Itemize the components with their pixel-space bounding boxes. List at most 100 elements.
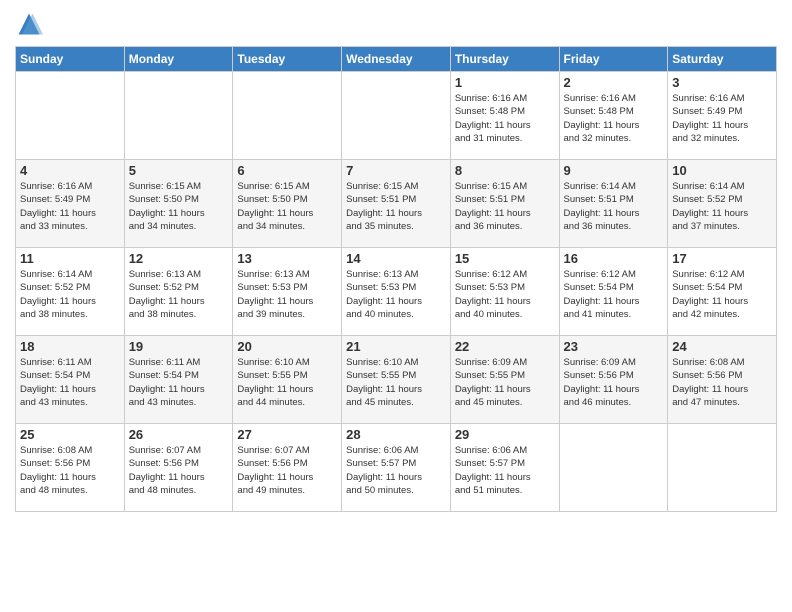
day-number: 22 (455, 339, 555, 354)
weekday-header-sunday: Sunday (16, 47, 125, 72)
day-number: 4 (20, 163, 120, 178)
day-number: 7 (346, 163, 446, 178)
page-header (15, 10, 777, 38)
day-info: Sunrise: 6:12 AM Sunset: 5:54 PM Dayligh… (672, 268, 772, 321)
calendar-cell (124, 72, 233, 160)
calendar-cell: 14 Sunrise: 6:13 AM Sunset: 5:53 PM Dayli… (342, 248, 451, 336)
day-number: 8 (455, 163, 555, 178)
logo (15, 10, 47, 38)
calendar-cell: 18 Sunrise: 6:11 AM Sunset: 5:54 PM Dayli… (16, 336, 125, 424)
day-number: 13 (237, 251, 337, 266)
day-info: Sunrise: 6:10 AM Sunset: 5:55 PM Dayligh… (346, 356, 446, 409)
day-number: 6 (237, 163, 337, 178)
weekday-header-monday: Monday (124, 47, 233, 72)
calendar-cell (342, 72, 451, 160)
calendar-cell (668, 424, 777, 512)
day-number: 28 (346, 427, 446, 442)
day-number: 12 (129, 251, 229, 266)
day-info: Sunrise: 6:15 AM Sunset: 5:50 PM Dayligh… (237, 180, 337, 233)
calendar-cell: 4 Sunrise: 6:16 AM Sunset: 5:49 PM Daylig… (16, 160, 125, 248)
weekday-header-friday: Friday (559, 47, 668, 72)
calendar-week-5: 25 Sunrise: 6:08 AM Sunset: 5:56 PM Dayli… (16, 424, 777, 512)
day-number: 2 (564, 75, 664, 90)
day-info: Sunrise: 6:08 AM Sunset: 5:56 PM Dayligh… (20, 444, 120, 497)
weekday-row: SundayMondayTuesdayWednesdayThursdayFrid… (16, 47, 777, 72)
day-number: 17 (672, 251, 772, 266)
day-number: 24 (672, 339, 772, 354)
day-info: Sunrise: 6:15 AM Sunset: 5:50 PM Dayligh… (129, 180, 229, 233)
day-number: 20 (237, 339, 337, 354)
calendar-week-2: 4 Sunrise: 6:16 AM Sunset: 5:49 PM Daylig… (16, 160, 777, 248)
calendar-week-4: 18 Sunrise: 6:11 AM Sunset: 5:54 PM Dayli… (16, 336, 777, 424)
calendar-cell: 20 Sunrise: 6:10 AM Sunset: 5:55 PM Dayli… (233, 336, 342, 424)
day-number: 1 (455, 75, 555, 90)
day-info: Sunrise: 6:06 AM Sunset: 5:57 PM Dayligh… (346, 444, 446, 497)
calendar-cell: 29 Sunrise: 6:06 AM Sunset: 5:57 PM Dayli… (450, 424, 559, 512)
calendar-cell: 16Sunrise: 6:12 AM Sunset: 5:54 PM Dayli… (559, 248, 668, 336)
day-number: 18 (20, 339, 120, 354)
day-number: 21 (346, 339, 446, 354)
calendar-cell: 28 Sunrise: 6:06 AM Sunset: 5:57 PM Dayli… (342, 424, 451, 512)
calendar-cell: 13 Sunrise: 6:13 AM Sunset: 5:53 PM Dayli… (233, 248, 342, 336)
calendar-cell: 3Sunrise: 6:16 AM Sunset: 5:49 PM Daylig… (668, 72, 777, 160)
day-info: Sunrise: 6:15 AM Sunset: 5:51 PM Dayligh… (455, 180, 555, 233)
day-number: 19 (129, 339, 229, 354)
calendar-body: 1 Sunrise: 6:16 AM Sunset: 5:48 PM Daylig… (16, 72, 777, 512)
day-info: Sunrise: 6:13 AM Sunset: 5:53 PM Dayligh… (237, 268, 337, 321)
calendar-cell: 27Sunrise: 6:07 AM Sunset: 5:56 PM Dayli… (233, 424, 342, 512)
day-number: 29 (455, 427, 555, 442)
calendar-week-3: 11 Sunrise: 6:14 AM Sunset: 5:52 PM Dayli… (16, 248, 777, 336)
day-info: Sunrise: 6:14 AM Sunset: 5:52 PM Dayligh… (20, 268, 120, 321)
calendar-cell: 2 Sunrise: 6:16 AM Sunset: 5:48 PM Daylig… (559, 72, 668, 160)
day-number: 16 (564, 251, 664, 266)
day-info: Sunrise: 6:16 AM Sunset: 5:49 PM Dayligh… (20, 180, 120, 233)
day-number: 9 (564, 163, 664, 178)
weekday-header-thursday: Thursday (450, 47, 559, 72)
day-number: 15 (455, 251, 555, 266)
day-info: Sunrise: 6:15 AM Sunset: 5:51 PM Dayligh… (346, 180, 446, 233)
calendar-cell: 25 Sunrise: 6:08 AM Sunset: 5:56 PM Dayli… (16, 424, 125, 512)
day-info: Sunrise: 6:16 AM Sunset: 5:48 PM Dayligh… (455, 92, 555, 145)
weekday-header-tuesday: Tuesday (233, 47, 342, 72)
calendar-cell: 21 Sunrise: 6:10 AM Sunset: 5:55 PM Dayli… (342, 336, 451, 424)
logo-icon (15, 10, 43, 38)
day-number: 5 (129, 163, 229, 178)
calendar-cell: 26 Sunrise: 6:07 AM Sunset: 5:56 PM Dayli… (124, 424, 233, 512)
weekday-header-wednesday: Wednesday (342, 47, 451, 72)
calendar-cell: 19 Sunrise: 6:11 AM Sunset: 5:54 PM Dayli… (124, 336, 233, 424)
calendar-week-1: 1 Sunrise: 6:16 AM Sunset: 5:48 PM Daylig… (16, 72, 777, 160)
day-info: Sunrise: 6:16 AM Sunset: 5:49 PM Dayligh… (672, 92, 772, 145)
calendar-cell: 5 Sunrise: 6:15 AM Sunset: 5:50 PM Daylig… (124, 160, 233, 248)
calendar-cell: 8 Sunrise: 6:15 AM Sunset: 5:51 PM Daylig… (450, 160, 559, 248)
calendar-header: SundayMondayTuesdayWednesdayThursdayFrid… (16, 47, 777, 72)
day-info: Sunrise: 6:10 AM Sunset: 5:55 PM Dayligh… (237, 356, 337, 409)
calendar-cell: 7 Sunrise: 6:15 AM Sunset: 5:51 PM Daylig… (342, 160, 451, 248)
day-info: Sunrise: 6:06 AM Sunset: 5:57 PM Dayligh… (455, 444, 555, 497)
day-info: Sunrise: 6:11 AM Sunset: 5:54 PM Dayligh… (129, 356, 229, 409)
day-info: Sunrise: 6:09 AM Sunset: 5:56 PM Dayligh… (564, 356, 664, 409)
calendar-cell (559, 424, 668, 512)
day-info: Sunrise: 6:11 AM Sunset: 5:54 PM Dayligh… (20, 356, 120, 409)
day-info: Sunrise: 6:14 AM Sunset: 5:51 PM Dayligh… (564, 180, 664, 233)
calendar-cell: 22 Sunrise: 6:09 AM Sunset: 5:55 PM Dayli… (450, 336, 559, 424)
day-number: 25 (20, 427, 120, 442)
calendar-cell: 23 Sunrise: 6:09 AM Sunset: 5:56 PM Dayli… (559, 336, 668, 424)
calendar-cell: 10Sunrise: 6:14 AM Sunset: 5:52 PM Dayli… (668, 160, 777, 248)
day-info: Sunrise: 6:16 AM Sunset: 5:48 PM Dayligh… (564, 92, 664, 145)
weekday-header-saturday: Saturday (668, 47, 777, 72)
calendar-cell: 6 Sunrise: 6:15 AM Sunset: 5:50 PM Daylig… (233, 160, 342, 248)
day-info: Sunrise: 6:13 AM Sunset: 5:52 PM Dayligh… (129, 268, 229, 321)
calendar-cell: 17 Sunrise: 6:12 AM Sunset: 5:54 PM Dayli… (668, 248, 777, 336)
day-info: Sunrise: 6:14 AM Sunset: 5:52 PM Dayligh… (672, 180, 772, 233)
day-info: Sunrise: 6:12 AM Sunset: 5:53 PM Dayligh… (455, 268, 555, 321)
day-number: 14 (346, 251, 446, 266)
day-info: Sunrise: 6:09 AM Sunset: 5:55 PM Dayligh… (455, 356, 555, 409)
day-number: 11 (20, 251, 120, 266)
calendar-cell: 9 Sunrise: 6:14 AM Sunset: 5:51 PM Daylig… (559, 160, 668, 248)
day-info: Sunrise: 6:07 AM Sunset: 5:56 PM Dayligh… (129, 444, 229, 497)
day-info: Sunrise: 6:13 AM Sunset: 5:53 PM Dayligh… (346, 268, 446, 321)
calendar-table: SundayMondayTuesdayWednesdayThursdayFrid… (15, 46, 777, 512)
day-number: 26 (129, 427, 229, 442)
day-number: 23 (564, 339, 664, 354)
calendar-cell: 1 Sunrise: 6:16 AM Sunset: 5:48 PM Daylig… (450, 72, 559, 160)
